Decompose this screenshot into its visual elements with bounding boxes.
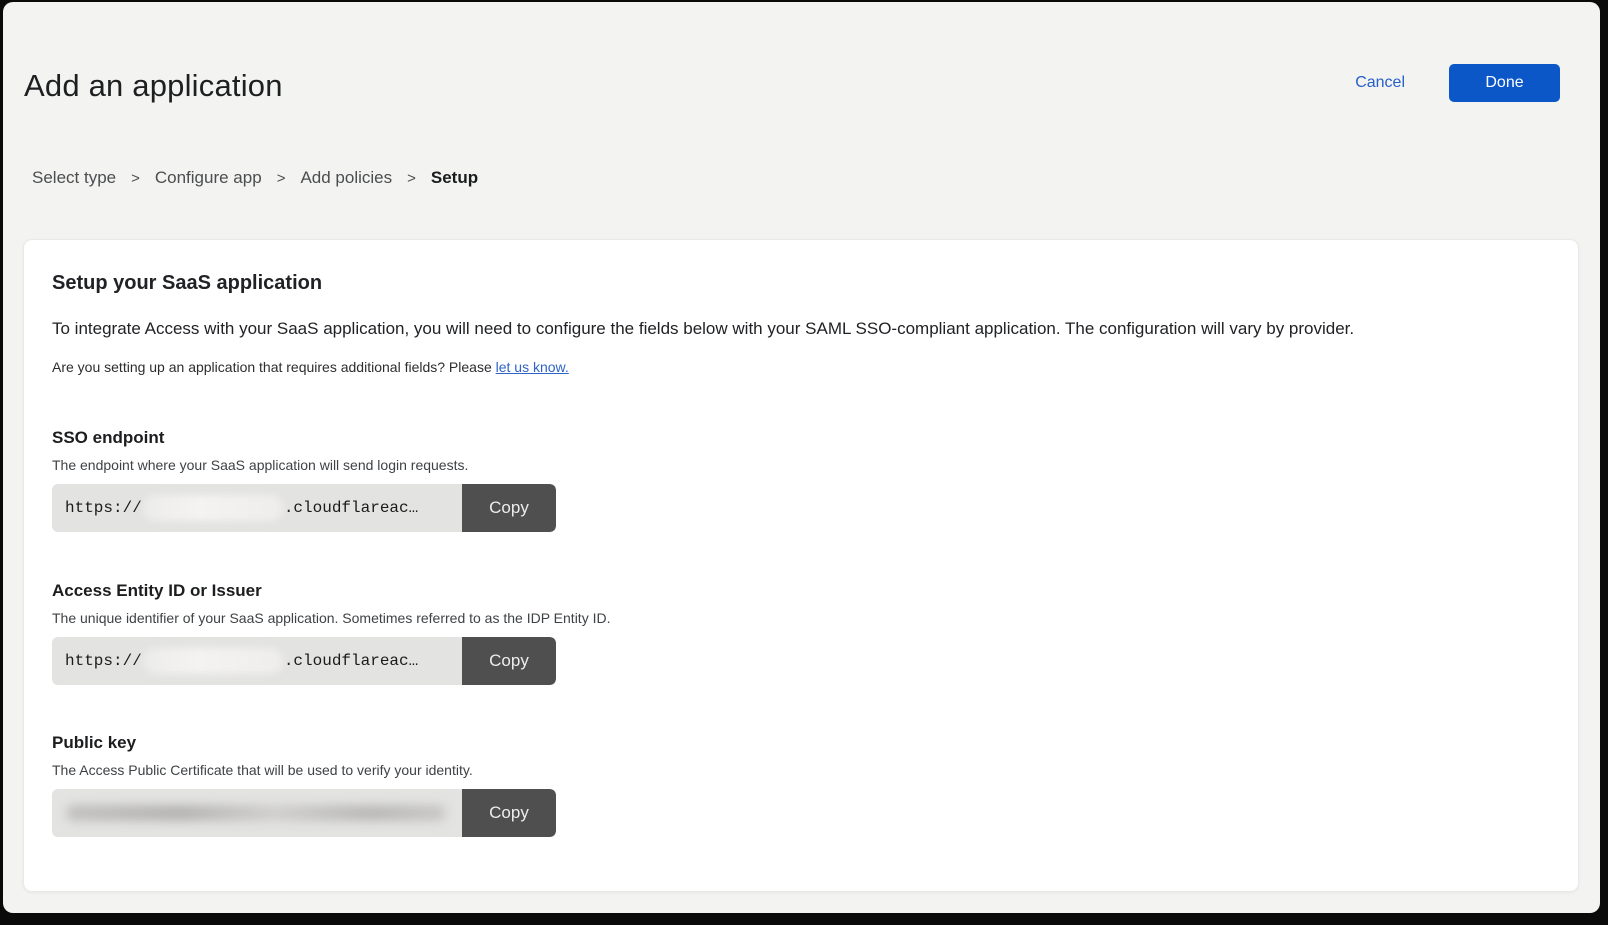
let-us-know-link[interactable]: let us know.: [496, 359, 569, 375]
sso-endpoint-section: SSO endpoint The endpoint where your Saa…: [52, 428, 752, 532]
breadcrumb: Select type > Configure app > Add polici…: [32, 168, 478, 188]
redacted-value: [66, 805, 446, 821]
setup-card: Setup your SaaS application To integrate…: [23, 239, 1579, 892]
breadcrumb-step-configure-app[interactable]: Configure app: [155, 168, 262, 188]
done-button[interactable]: Done: [1449, 64, 1560, 102]
page: Add an application Cancel Done Select ty…: [3, 2, 1600, 913]
card-note: Are you setting up an application that r…: [52, 359, 569, 375]
public-key-description: The Access Public Certificate that will …: [52, 762, 752, 778]
sso-endpoint-description: The endpoint where your SaaS application…: [52, 457, 752, 473]
access-entity-id-copy-button[interactable]: Copy: [462, 637, 556, 685]
breadcrumb-separator: >: [277, 170, 286, 187]
access-entity-id-description: The unique identifier of your SaaS appli…: [52, 610, 752, 626]
public-key-label: Public key: [52, 733, 752, 753]
sso-endpoint-field: https:// .cloudflareac… Copy: [52, 484, 556, 532]
sso-endpoint-value-suffix: .cloudflareac…: [284, 499, 418, 517]
cancel-button[interactable]: Cancel: [1355, 74, 1405, 92]
sso-endpoint-value: https:// .cloudflareac…: [52, 484, 462, 532]
access-entity-id-label: Access Entity ID or Issuer: [52, 581, 752, 601]
sso-endpoint-copy-button[interactable]: Copy: [462, 484, 556, 532]
card-heading: Setup your SaaS application: [52, 272, 322, 295]
card-intro-text: To integrate Access with your SaaS appli…: [52, 318, 1547, 340]
public-key-section: Public key The Access Public Certificate…: [52, 733, 752, 837]
access-entity-id-value-prefix: https://: [65, 652, 142, 670]
public-key-field: Copy: [52, 789, 556, 837]
breadcrumb-separator: >: [131, 170, 140, 187]
access-entity-id-value: https:// .cloudflareac…: [52, 637, 462, 685]
redacted-value: [143, 495, 283, 521]
sso-endpoint-label: SSO endpoint: [52, 428, 752, 448]
header-actions: Cancel Done: [1355, 64, 1560, 102]
sso-endpoint-value-prefix: https://: [65, 499, 142, 517]
card-note-text: Are you setting up an application that r…: [52, 359, 496, 375]
redacted-value: [143, 648, 283, 674]
access-entity-id-section: Access Entity ID or Issuer The unique id…: [52, 581, 752, 685]
access-entity-id-field: https:// .cloudflareac… Copy: [52, 637, 556, 685]
public-key-copy-button[interactable]: Copy: [462, 789, 556, 837]
public-key-value: [52, 789, 462, 837]
breadcrumb-step-select-type[interactable]: Select type: [32, 168, 116, 188]
breadcrumb-step-setup: Setup: [431, 168, 478, 188]
access-entity-id-value-suffix: .cloudflareac…: [284, 652, 418, 670]
page-title: Add an application: [24, 68, 283, 104]
breadcrumb-separator: >: [407, 170, 416, 187]
breadcrumb-step-add-policies[interactable]: Add policies: [300, 168, 392, 188]
